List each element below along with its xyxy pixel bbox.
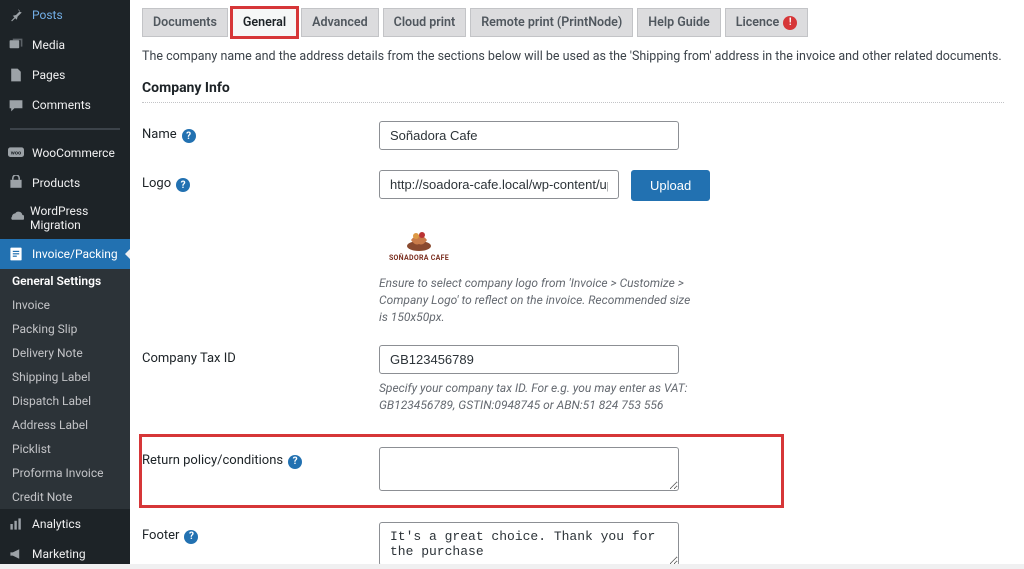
svg-text:woo: woo bbox=[11, 151, 21, 157]
tab-bar: Documents General Advanced Cloud print R… bbox=[142, 8, 1024, 37]
sidebar-item-label: Pages bbox=[32, 68, 65, 82]
sidebar-item-label: Posts bbox=[32, 8, 63, 22]
sidebar-item-marketing[interactable]: Marketing bbox=[0, 539, 130, 569]
input-logo-url[interactable] bbox=[379, 170, 619, 199]
label-logo: Logo ? bbox=[142, 170, 379, 325]
intro-text: The company name and the address details… bbox=[142, 49, 1024, 64]
label-footer: Footer ? bbox=[142, 522, 379, 564]
input-tax-id[interactable] bbox=[379, 345, 679, 374]
input-company-name[interactable] bbox=[379, 121, 679, 150]
sidebar-item-label: Analytics bbox=[32, 517, 81, 531]
submenu-dispatch-label[interactable]: Dispatch Label bbox=[0, 389, 130, 413]
media-icon bbox=[8, 36, 26, 54]
woo-icon: woo bbox=[8, 144, 26, 162]
pin-icon bbox=[8, 6, 26, 24]
upload-button[interactable]: Upload bbox=[631, 170, 710, 201]
sidebar-submenu: General Settings Invoice Packing Slip De… bbox=[0, 269, 130, 509]
textarea-return-policy[interactable] bbox=[379, 447, 679, 491]
submenu-packing-slip[interactable]: Packing Slip bbox=[0, 317, 130, 341]
sidebar-item-woocommerce[interactable]: woo WooCommerce bbox=[0, 138, 130, 168]
tab-remote-print[interactable]: Remote print (PrintNode) bbox=[470, 8, 633, 37]
analytics-icon bbox=[8, 515, 26, 533]
tab-cloud-print[interactable]: Cloud print bbox=[383, 8, 467, 37]
help-icon[interactable]: ? bbox=[288, 455, 302, 469]
tab-help-guide[interactable]: Help Guide bbox=[637, 8, 720, 37]
submenu-general-settings[interactable]: General Settings bbox=[0, 269, 130, 293]
textarea-footer[interactable] bbox=[379, 522, 679, 564]
submenu-address-label[interactable]: Address Label bbox=[0, 413, 130, 437]
tab-documents[interactable]: Documents bbox=[142, 8, 228, 37]
tab-licence[interactable]: Licence ! bbox=[725, 8, 808, 37]
sidebar-item-label: WordPress Migration bbox=[30, 204, 122, 233]
logo-preview-text: SOÑADORA CAFE bbox=[389, 254, 449, 262]
submenu-credit-note[interactable]: Credit Note bbox=[0, 485, 130, 509]
logo-preview: SOÑADORA CAFE bbox=[379, 219, 459, 269]
products-icon bbox=[8, 174, 26, 192]
row-logo: Logo ? Upload SOÑADORA CAFE Ensure to se… bbox=[142, 170, 1024, 325]
sidebar-item-posts[interactable]: Posts bbox=[0, 0, 130, 30]
comment-icon bbox=[8, 96, 26, 114]
row-tax-id: Company Tax ID Specify your company tax … bbox=[142, 345, 1024, 414]
submenu-shipping-label[interactable]: Shipping Label bbox=[0, 365, 130, 389]
help-logo: Ensure to select company logo from 'Invo… bbox=[379, 275, 699, 325]
logo-image-icon bbox=[403, 226, 435, 252]
sidebar-item-migration[interactable]: WordPress Migration bbox=[0, 198, 130, 239]
help-icon[interactable]: ? bbox=[182, 129, 196, 143]
page-icon bbox=[8, 66, 26, 84]
invoice-icon bbox=[8, 245, 26, 263]
megaphone-icon bbox=[8, 545, 26, 563]
alert-icon: ! bbox=[783, 16, 797, 30]
tab-label: Licence bbox=[736, 15, 779, 30]
sidebar-item-media[interactable]: Media bbox=[0, 30, 130, 60]
label-tax-id: Company Tax ID bbox=[142, 345, 379, 414]
sidebar-item-label: Invoice/Packing bbox=[32, 247, 118, 261]
tab-general[interactable]: General bbox=[232, 8, 297, 37]
sidebar-item-label: WooCommerce bbox=[32, 146, 115, 160]
sidebar-item-analytics[interactable]: Analytics bbox=[0, 509, 130, 539]
main-content: Documents General Advanced Cloud print R… bbox=[130, 0, 1024, 564]
sidebar-item-label: Products bbox=[32, 176, 80, 190]
sidebar-item-label: Media bbox=[32, 38, 65, 52]
admin-sidebar: Posts Media Pages Comments woo WooCommer… bbox=[0, 0, 130, 564]
tab-advanced[interactable]: Advanced bbox=[301, 8, 379, 37]
label-name: Name ? bbox=[142, 121, 379, 150]
help-icon[interactable]: ? bbox=[184, 530, 198, 544]
cloud-icon bbox=[8, 206, 24, 224]
section-heading: Company Info bbox=[142, 80, 1004, 103]
help-icon[interactable]: ? bbox=[176, 178, 190, 192]
sidebar-item-comments[interactable]: Comments bbox=[0, 90, 130, 120]
row-footer: Footer ? Set up a footer which will be u… bbox=[142, 522, 1024, 564]
submenu-proforma-invoice[interactable]: Proforma Invoice bbox=[0, 461, 130, 485]
submenu-picklist[interactable]: Picklist bbox=[0, 437, 130, 461]
submenu-invoice[interactable]: Invoice bbox=[0, 293, 130, 317]
sidebar-item-invoice-packing[interactable]: Invoice/Packing bbox=[0, 239, 130, 269]
sidebar-item-label: Marketing bbox=[32, 547, 86, 561]
sidebar-item-products[interactable]: Products bbox=[0, 168, 130, 198]
sidebar-separator bbox=[10, 128, 120, 130]
row-name: Name ? bbox=[142, 121, 1024, 150]
sidebar-item-pages[interactable]: Pages bbox=[0, 60, 130, 90]
help-tax-id: Specify your company tax ID. For e.g. yo… bbox=[379, 380, 699, 414]
label-return-policy: Return policy/conditions ? bbox=[142, 447, 379, 495]
row-return-policy: Return policy/conditions ? bbox=[139, 434, 784, 508]
sidebar-item-label: Comments bbox=[32, 98, 91, 112]
submenu-delivery-note[interactable]: Delivery Note bbox=[0, 341, 130, 365]
